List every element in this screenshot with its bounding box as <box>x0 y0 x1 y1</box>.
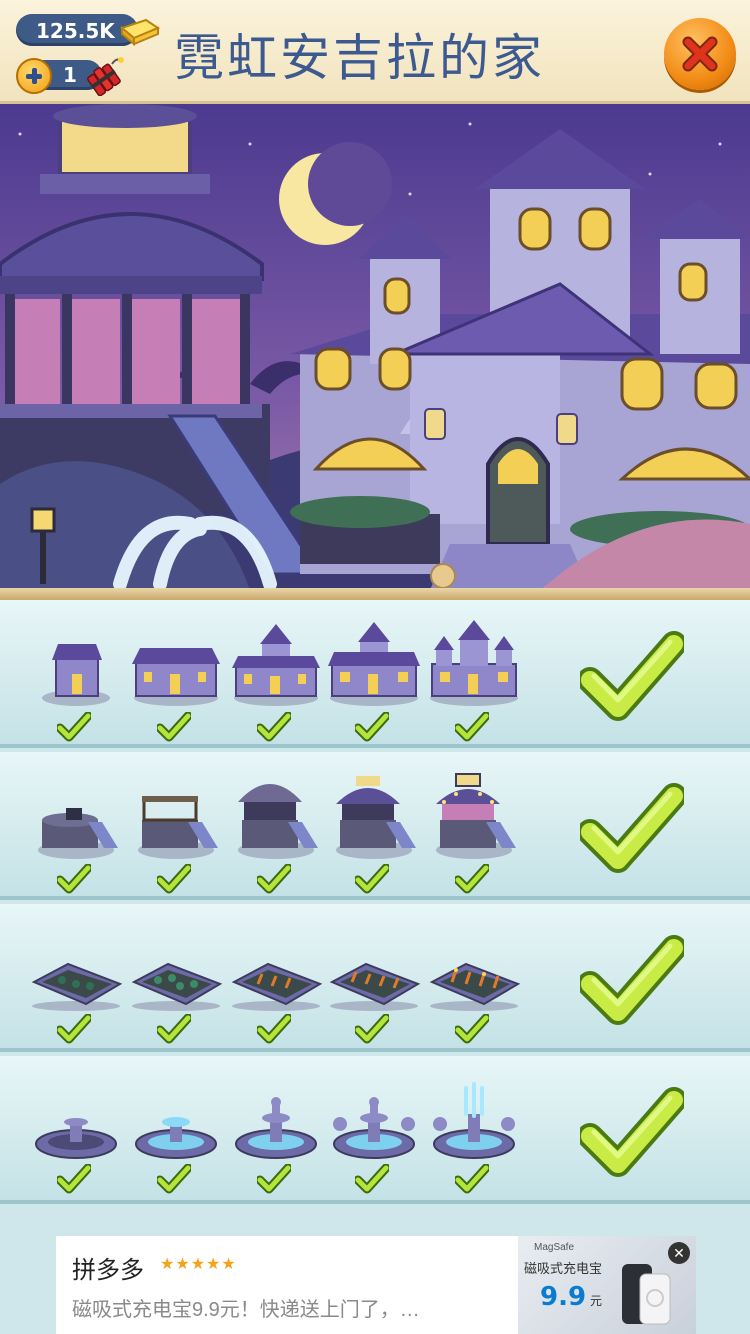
completed-check-icon <box>157 712 191 742</box>
fountain-stage-4 <box>326 1074 422 1164</box>
mansion-stage-2 <box>128 618 224 708</box>
ad-description: 磁吸式充电宝9.9元！快递送上门了，… <box>72 1299 420 1321</box>
completed-check-icon <box>57 864 91 894</box>
add-currency-button[interactable] <box>16 58 52 94</box>
completed-check-icon <box>157 1014 191 1044</box>
garden-stage-4 <box>326 922 422 1012</box>
ad-banner[interactable]: 拼多多 ★★★★★ 磁吸式充电宝9.9元！快递送上门了，… MagSafe 磁吸… <box>56 1236 696 1334</box>
garden-stage-1 <box>28 922 124 1012</box>
row-complete-check-icon <box>580 935 684 1025</box>
gold-bar-icon <box>119 18 161 47</box>
gazebo-stage-5 <box>426 770 522 860</box>
fountain-stage-3 <box>228 1074 324 1164</box>
ad-image-tag: MagSafe <box>534 1242 575 1253</box>
ad-rating-stars: ★★★★★ <box>160 1256 237 1273</box>
mansion-stage-5 <box>426 618 522 708</box>
header-bar: 125.5K 1 霓虹安吉拉的家 <box>0 0 750 104</box>
ad-image-price-unit: 元 <box>590 1294 603 1308</box>
mansion-illustration <box>0 104 750 590</box>
gazebo-stage-4 <box>326 770 422 860</box>
ad-brand: 拼多多 <box>72 1257 144 1284</box>
garden-stage-2 <box>128 922 224 1012</box>
completed-check-icon <box>157 1164 191 1194</box>
ad-image[interactable]: MagSafe 磁吸式充电宝 9.9 元 ✕ <box>518 1236 696 1334</box>
completed-check-icon <box>257 1014 291 1044</box>
fountain-stage-5 <box>426 1074 522 1164</box>
close-button[interactable] <box>664 18 736 90</box>
gold-value: 125.5K <box>36 19 115 43</box>
row-complete-check-icon <box>580 1087 684 1177</box>
completed-check-icon <box>455 864 489 894</box>
completed-check-icon <box>257 712 291 742</box>
completed-check-icon <box>455 1014 489 1044</box>
ad-image-price: 9.9 <box>540 1282 587 1312</box>
completed-check-icon <box>157 864 191 894</box>
completed-check-icon <box>355 1164 389 1194</box>
close-icon <box>682 36 718 72</box>
dynamite-icon <box>87 57 124 96</box>
gazebo-stage-2 <box>128 770 224 860</box>
mansion-scene <box>0 104 750 590</box>
garden-stage-3 <box>228 922 324 1012</box>
completed-check-icon <box>257 864 291 894</box>
completed-check-icon <box>355 864 389 894</box>
ad-image-product: 磁吸式充电宝 <box>524 1261 603 1276</box>
completed-check-icon <box>355 1014 389 1044</box>
gazebo-stage-1 <box>28 770 124 860</box>
completed-check-icon <box>57 1164 91 1194</box>
completed-check-icon <box>57 712 91 742</box>
completed-check-icon <box>455 712 489 742</box>
mansion-stage-1 <box>28 618 124 708</box>
gazebo-stage-3 <box>228 770 324 860</box>
completed-check-icon <box>257 1164 291 1194</box>
completed-check-icon <box>455 1164 489 1194</box>
dynamite-count: 1 <box>63 63 77 87</box>
ad-close-button[interactable]: ✕ <box>668 1242 690 1264</box>
completed-check-icon <box>355 712 389 742</box>
scene-divider <box>0 588 750 600</box>
row-complete-check-icon <box>580 631 684 721</box>
power-bank-icon <box>622 1264 671 1325</box>
mansion-stage-3 <box>228 618 324 708</box>
completed-check-icon <box>57 1014 91 1044</box>
fountain-stage-1 <box>28 1074 124 1164</box>
fountain-stage-2 <box>128 1074 224 1164</box>
row-complete-check-icon <box>580 783 684 873</box>
mansion-stage-4 <box>326 618 422 708</box>
page-title: 霓虹安吉拉的家 <box>174 29 545 87</box>
garden-stage-5 <box>426 922 522 1012</box>
